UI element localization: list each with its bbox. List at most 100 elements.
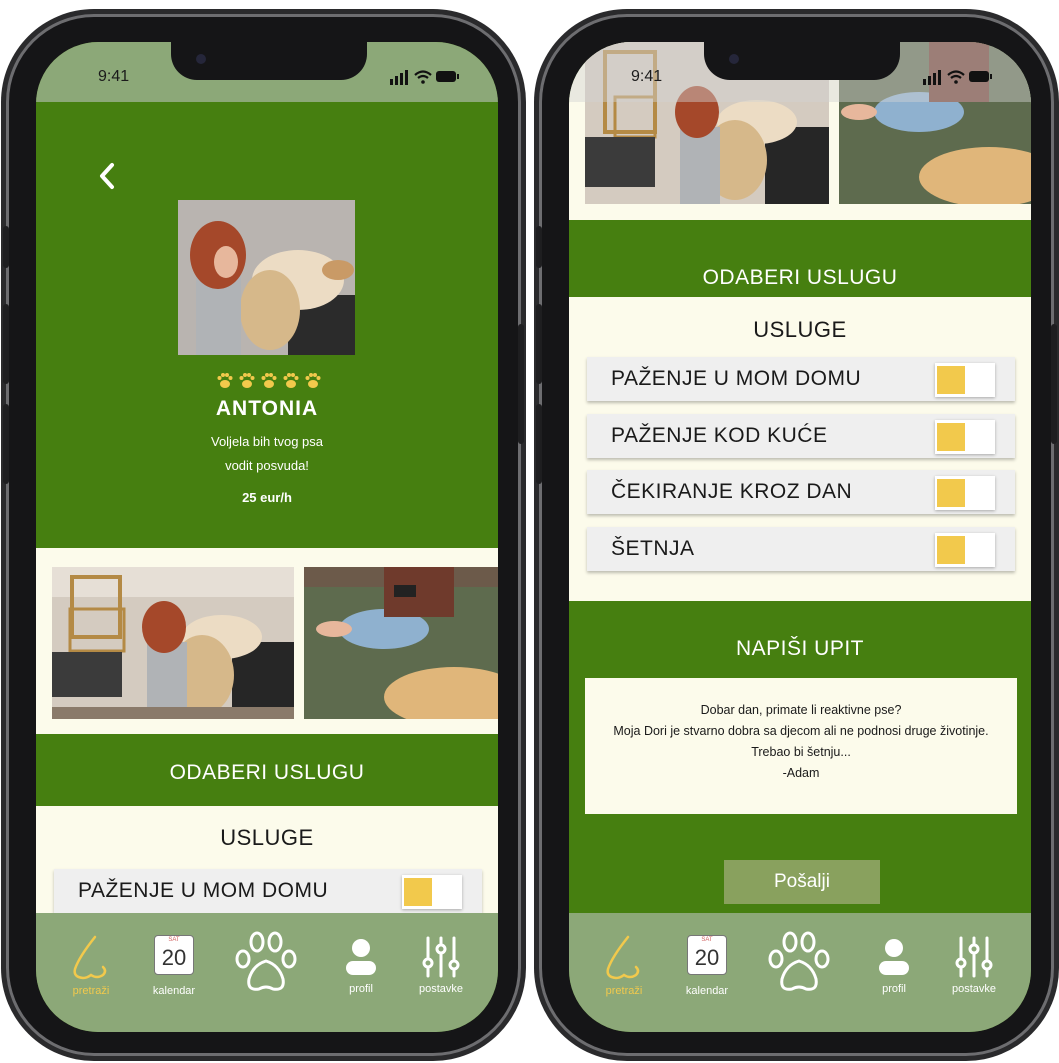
sliders-icon [955, 936, 993, 978]
gallery-photo-2[interactable] [304, 567, 498, 719]
nav-home[interactable] [231, 927, 301, 997]
person-icon [879, 939, 909, 975]
mute-switch [536, 226, 542, 268]
service-row-1[interactable]: PAŽENJE U MOM DOMU [587, 357, 1015, 401]
service-row-1[interactable]: PAŽENJE U MOM DOMU [54, 869, 482, 913]
message-line: -Adam [782, 766, 820, 780]
nose-icon [606, 935, 640, 980]
service-row-4[interactable]: ŠETNJA [587, 527, 1015, 571]
nav-settings-label: postavke [951, 983, 997, 995]
toggle-knob [937, 536, 965, 564]
service-label: PAŽENJE KOD KUĆE [611, 424, 828, 447]
nav-profile-label: profil [349, 983, 373, 995]
wifi-icon [414, 70, 432, 84]
service-row-3[interactable]: ČEKIRANJE KROZ DAN [587, 470, 1015, 514]
person-icon [346, 939, 376, 975]
message-line: Dobar dan, primate li reaktivne pse? [700, 703, 902, 717]
profile-bio-line2: vodit posvuda! [225, 458, 309, 473]
battery-icon [436, 71, 459, 82]
camera [729, 54, 739, 64]
nav-search[interactable]: pretraži [589, 933, 659, 1003]
nav-calendar[interactable]: SAT 20 kalendar [139, 933, 209, 1003]
nav-calendar[interactable]: SAT 20 kalendar [672, 933, 742, 1003]
nav-profile[interactable]: profil [859, 933, 929, 1003]
service-toggle[interactable] [935, 533, 995, 567]
section-title: ODABERI USLUGU [702, 266, 898, 289]
bottom-nav: pretraži SAT 20 kalendar profil postavke [569, 913, 1031, 1032]
gallery-photo-1[interactable] [52, 567, 294, 719]
screen-booking: 9:41 ODABERI USLUGU USLUGE PAŽENJE U MOM… [569, 42, 1031, 1032]
volume-up-button [536, 304, 542, 384]
profile-price: 25 eur/h [242, 490, 292, 505]
paw-icon [283, 373, 299, 388]
status-icons [390, 70, 459, 85]
inquiry-title: NAPIŠI UPIT [735, 637, 865, 660]
sliders-icon [422, 936, 460, 978]
volume-down-button [536, 404, 542, 484]
calendar-day: 20 [161, 945, 187, 970]
rating-paws [217, 373, 321, 388]
calendar-month: SAT [701, 937, 713, 943]
send-button[interactable]: Pošalji [724, 860, 880, 904]
nav-search[interactable]: pretraži [56, 933, 126, 1003]
services-panel: USLUGE PAŽENJE U MOM DOMU [36, 806, 498, 926]
bottom-nav: pretraži SAT 20 kalendar profil postavke [36, 913, 498, 1032]
service-toggle[interactable] [935, 420, 995, 454]
toggle-knob [404, 878, 432, 906]
profile-bio-line1: Voljela bih tvog psa [210, 434, 324, 449]
battery-icon [969, 71, 992, 82]
service-toggle[interactable] [935, 363, 995, 397]
services-heading: USLUGE [753, 317, 847, 342]
mute-switch [3, 226, 9, 268]
power-button [518, 324, 524, 444]
nav-profile[interactable]: profil [326, 933, 396, 1003]
service-label: PAŽENJE U MOM DOMU [611, 367, 862, 390]
status-time: 9:41 [98, 68, 130, 85]
signal-icon [923, 70, 941, 85]
nav-settings-label: postavke [418, 983, 464, 995]
paw-icon [305, 373, 321, 388]
toggle-knob [937, 423, 965, 451]
paw-icon [261, 373, 277, 388]
message-line: Moja Dori je stvarno dobra sa djecom ali… [613, 724, 989, 738]
screen-profile: 9:41 ANTONIA Voljela bih tvog psa vodit … [36, 42, 498, 1032]
toggle-knob [937, 479, 965, 507]
services-panel: USLUGE PAŽENJE U MOM DOMU PAŽENJE KOD KU… [569, 297, 1031, 601]
signal-icon [390, 70, 408, 85]
paw-icon [217, 373, 233, 388]
power-button [1051, 324, 1057, 444]
calendar-day: 20 [694, 945, 720, 970]
status-time: 9:41 [631, 68, 663, 85]
calendar-icon: SAT 20 [154, 935, 194, 975]
section-title: ODABERI USLUGU [169, 761, 365, 784]
back-arrow-icon[interactable] [96, 162, 118, 190]
nav-search-label: pretraži [72, 985, 110, 997]
nav-settings[interactable]: postavke [939, 933, 1009, 1003]
nav-calendar-label: kalendar [685, 985, 729, 997]
camera [196, 54, 206, 64]
inquiry-textarea[interactable]: Dobar dan, primate li reaktivne pse? Moj… [585, 678, 1017, 814]
phone-left: 9:41 ANTONIA Voljela bih tvog psa vodit … [3, 14, 524, 1056]
nav-calendar-label: kalendar [152, 985, 196, 997]
service-toggle[interactable] [402, 875, 462, 909]
profile-photo [178, 200, 355, 355]
wifi-icon [947, 70, 965, 84]
paw-icon [239, 373, 255, 388]
volume-down-button [3, 404, 9, 484]
notch [171, 42, 367, 80]
status-icons [923, 70, 992, 85]
nav-home[interactable] [764, 927, 834, 997]
volume-up-button [3, 304, 9, 384]
phone-right: 9:41 ODABERI USLUGU USLUGE PAŽENJE U MOM… [536, 14, 1057, 1056]
service-label: ČEKIRANJE KROZ DAN [611, 480, 853, 503]
service-toggle[interactable] [935, 476, 995, 510]
nav-search-label: pretraži [605, 985, 643, 997]
nav-profile-label: profil [882, 983, 906, 995]
calendar-icon: SAT 20 [687, 935, 727, 975]
photo-gallery [36, 548, 498, 734]
message-line: Trebao bi šetnju... [751, 745, 851, 759]
toggle-knob [937, 366, 965, 394]
nav-settings[interactable]: postavke [406, 933, 476, 1003]
service-row-2[interactable]: PAŽENJE KOD KUĆE [587, 414, 1015, 458]
notch [704, 42, 900, 80]
